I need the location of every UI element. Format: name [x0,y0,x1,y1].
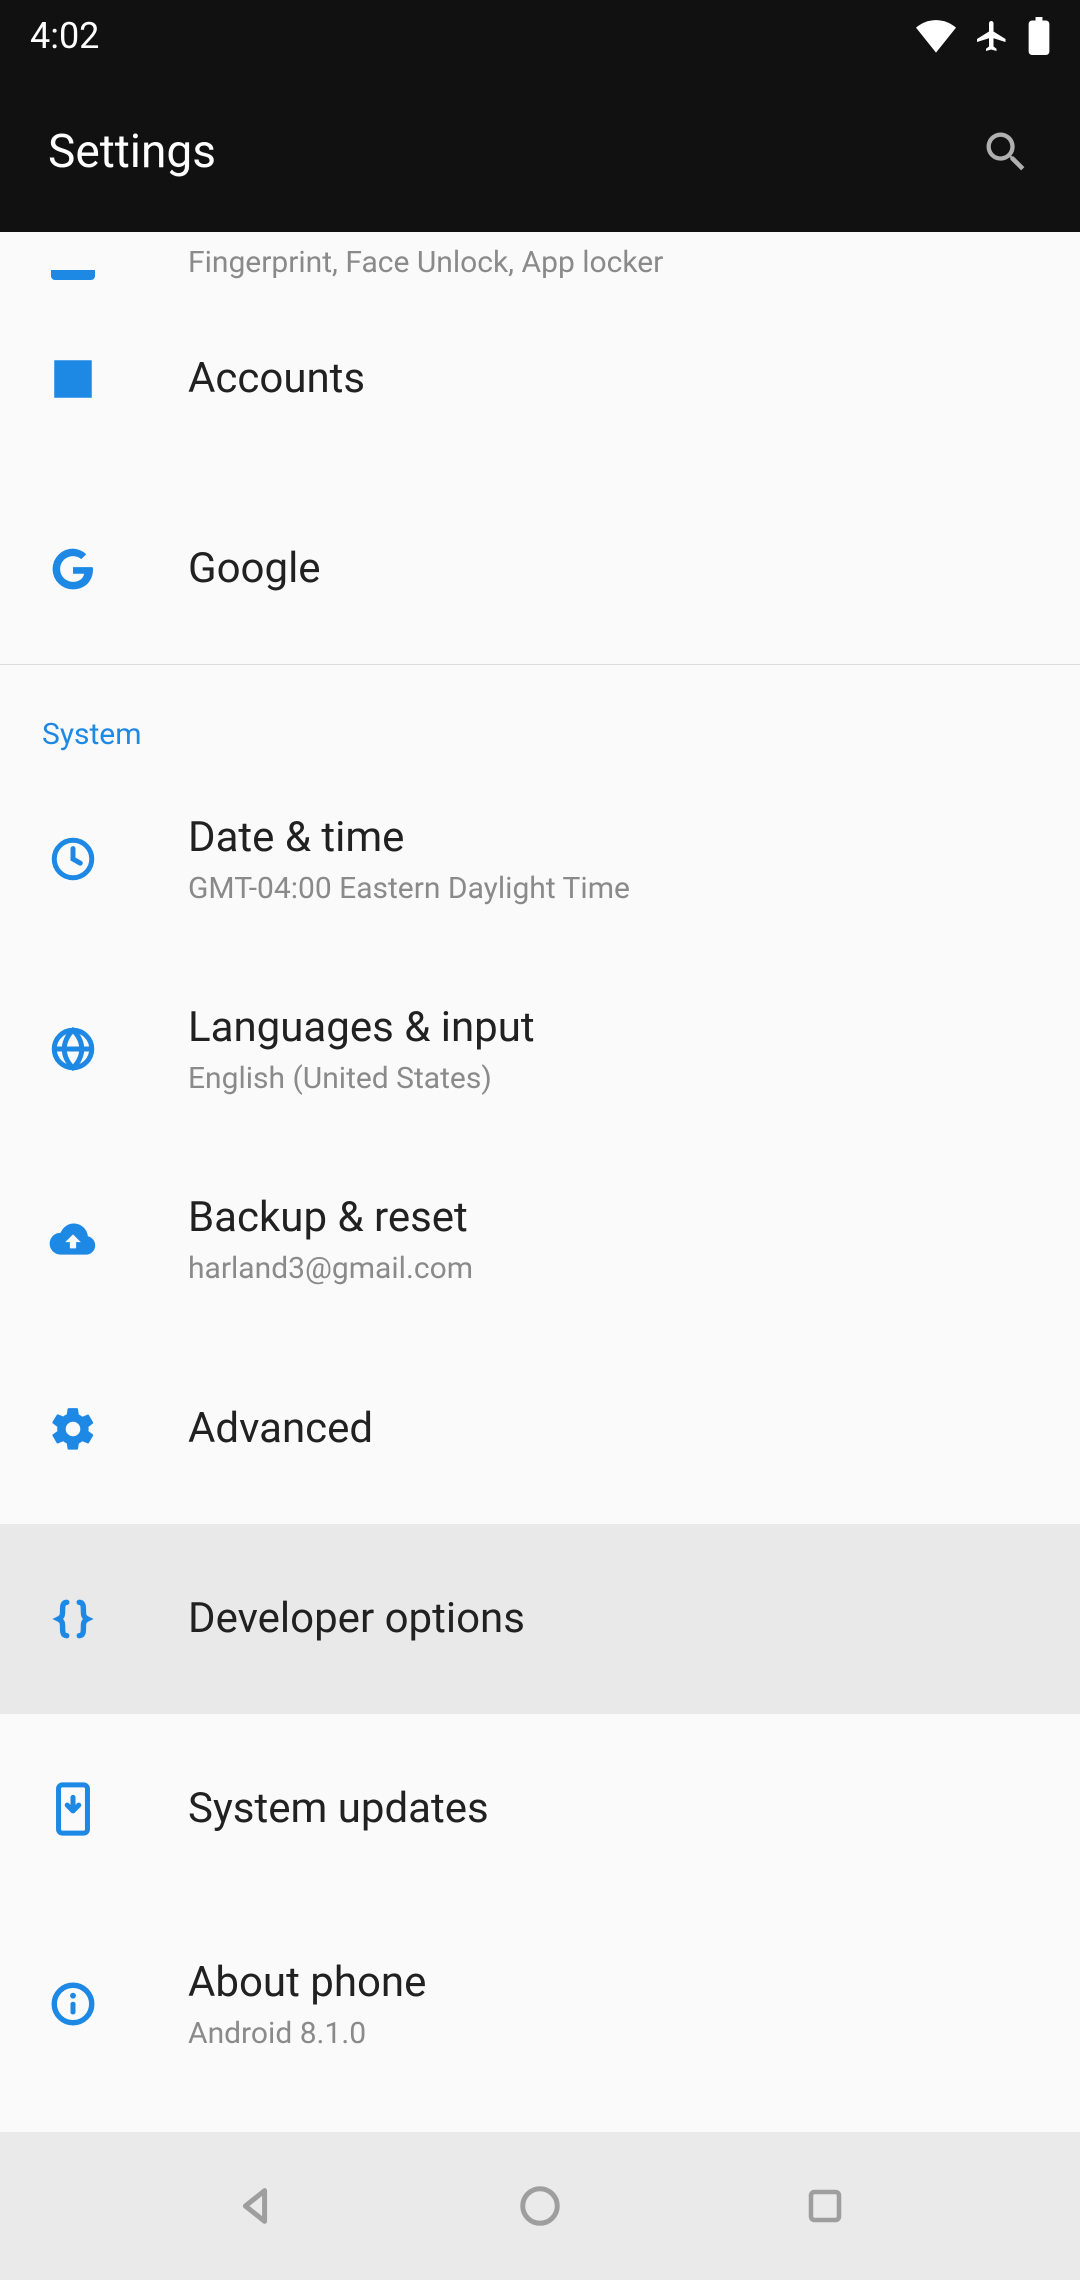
security-icon [51,270,95,280]
item-subtitle: Android 8.1.0 [188,2016,426,2051]
nav-recent-button[interactable] [795,2176,855,2236]
battery-icon [1028,17,1050,55]
item-subtitle: Fingerprint, Face Unlock, App locker [188,245,663,280]
navigation-bar [0,2132,1080,2280]
settings-item-advanced[interactable]: Advanced [0,1334,1080,1524]
page-title: Settings [48,125,216,179]
gear-icon [48,1404,98,1454]
item-title: Developer options [188,1593,525,1646]
settings-item-google[interactable]: Google [0,474,1080,664]
app-bar: Settings [0,72,1080,232]
item-title: Google [188,543,321,596]
airplane-icon [974,18,1010,54]
google-icon [48,544,98,594]
status-time: 4:02 [30,15,99,57]
settings-item-about-phone[interactable]: About phone Android 8.1.0 [0,1904,1080,2094]
globe-icon [48,1024,98,1074]
settings-item-security[interactable]: Fingerprint, Face Unlock, App locker [0,232,1080,284]
search-button[interactable] [980,126,1032,178]
braces-icon [48,1594,98,1644]
accounts-icon [48,354,98,404]
settings-item-system-updates[interactable]: System updates [0,1714,1080,1904]
wifi-icon [916,19,956,53]
cloud-upload-icon [48,1214,98,1264]
item-title: Accounts [188,353,365,406]
item-subtitle: GMT-04:00 Eastern Daylight Time [188,871,630,906]
settings-item-backup[interactable]: Backup & reset harland3@gmail.com [0,1144,1080,1334]
settings-item-developer-options[interactable]: Developer options [0,1524,1080,1714]
settings-item-date-time[interactable]: Date & time GMT-04:00 Eastern Daylight T… [0,764,1080,954]
settings-list[interactable]: Fingerprint, Face Unlock, App locker Acc… [0,232,1080,2132]
item-title: Advanced [188,1403,373,1456]
section-header-system: System [0,665,1080,764]
item-title: About phone [188,1957,426,2010]
settings-item-accounts[interactable]: Accounts [0,284,1080,474]
nav-back-button[interactable] [225,2176,285,2236]
clock-icon [48,834,98,884]
nav-home-button[interactable] [510,2176,570,2236]
status-bar: 4:02 [0,0,1080,72]
system-update-icon [48,1784,98,1834]
item-title: Languages & input [188,1002,535,1055]
item-title: Date & time [188,812,630,865]
status-icons [916,17,1050,55]
item-subtitle: harland3@gmail.com [188,1251,473,1286]
item-title: Backup & reset [188,1192,473,1245]
settings-item-languages[interactable]: Languages & input English (United States… [0,954,1080,1144]
item-title: System updates [188,1783,489,1836]
info-icon [48,1979,98,2029]
item-subtitle: English (United States) [188,1061,535,1096]
